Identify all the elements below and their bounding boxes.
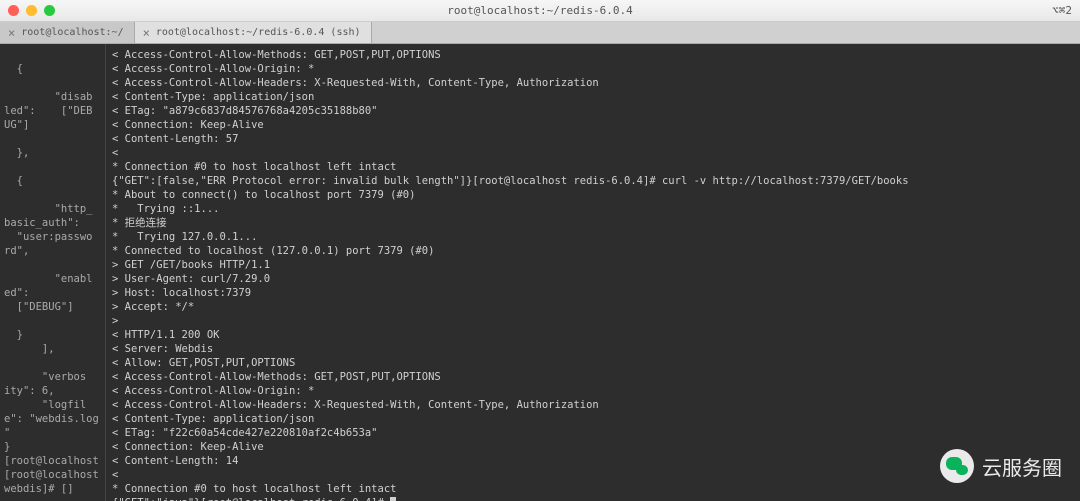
minimize-window-button[interactable] — [26, 5, 37, 16]
terminal-line: ["DEBUG"] — [4, 300, 101, 314]
terminal-line: < HTTP/1.1 200 OK — [112, 328, 1074, 342]
maximize-window-button[interactable] — [44, 5, 55, 16]
terminal-line: * About to connect() to localhost port 7… — [112, 188, 1074, 202]
tab-terminal-2[interactable]: × root@localhost:~/redis-6.0.4 (ssh) — [135, 22, 372, 43]
terminal-line: < Access-Control-Allow-Origin: * — [112, 62, 1074, 76]
terminal-line: [root@localhost — [4, 454, 101, 468]
terminal-line: { — [4, 62, 101, 76]
terminal-line: "verbos — [4, 370, 101, 384]
terminal-line — [4, 188, 101, 202]
tab-label: root@localhost:~/ — [21, 27, 123, 38]
terminal-line: [root@localhost — [4, 468, 101, 482]
terminal-line: < Access-Control-Allow-Headers: X-Reques… — [112, 76, 1074, 90]
terminal-line: "disab — [4, 90, 101, 104]
terminal-line — [4, 132, 101, 146]
terminal-line: < Allow: GET,POST,PUT,OPTIONS — [112, 356, 1074, 370]
cursor — [390, 497, 396, 501]
terminal-line: } — [4, 440, 101, 454]
close-icon[interactable]: × — [143, 26, 150, 40]
content-area: { "disabled": ["DEBUG"] }, { "http_basic… — [0, 44, 1080, 501]
terminal-line: {"GET":"java"}[root@localhost redis-6.0.… — [112, 496, 1074, 501]
terminal-line — [4, 48, 101, 62]
terminal-line: "enabl — [4, 272, 101, 286]
terminal-line — [4, 258, 101, 272]
terminal-line: < Access-Control-Allow-Headers: X-Reques… — [112, 398, 1074, 412]
terminal-pane-right[interactable]: < Access-Control-Allow-Methods: GET,POST… — [105, 44, 1080, 501]
tab-label: root@localhost:~/redis-6.0.4 (ssh) — [156, 27, 361, 38]
terminal-line: < Content-Length: 14 — [112, 454, 1074, 468]
terminal-line: webdis]# [] — [4, 482, 101, 496]
terminal-line: basic_auth": — [4, 216, 101, 230]
titlebar: root@localhost:~/redis-6.0.4 ⌥⌘2 — [0, 0, 1080, 22]
terminal-line: " — [4, 426, 101, 440]
terminal-line: "logfil — [4, 398, 101, 412]
terminal-line: * Connection #0 to host localhost left i… — [112, 482, 1074, 496]
terminal-line: led": ["DEB — [4, 104, 101, 118]
terminal-line: ], — [4, 342, 101, 356]
terminal-line: rd", — [4, 244, 101, 258]
terminal-pane-left[interactable]: { "disabled": ["DEBUG"] }, { "http_basic… — [0, 44, 105, 501]
terminal-line: "http_ — [4, 202, 101, 216]
terminal-line: < Content-Type: application/json — [112, 90, 1074, 104]
terminal-line: < ETag: "f22c60a54cde427e220810af2c4b653… — [112, 426, 1074, 440]
terminal-line: > GET /GET/books HTTP/1.1 — [112, 258, 1074, 272]
terminal-line: ed": — [4, 286, 101, 300]
terminal-line: {"GET":[false,"ERR Protocol error: inval… — [112, 174, 1074, 188]
terminal-line: * Trying 127.0.0.1... — [112, 230, 1074, 244]
terminal-line — [4, 314, 101, 328]
terminal-line: > Accept: */* — [112, 300, 1074, 314]
terminal-line: * 拒绝连接 — [112, 216, 1074, 230]
terminal-line: > Host: localhost:7379 — [112, 286, 1074, 300]
terminal-line: < Content-Length: 57 — [112, 132, 1074, 146]
terminal-line: * Connected to localhost (127.0.0.1) por… — [112, 244, 1074, 258]
terminal-line: "user:passwo — [4, 230, 101, 244]
window-title: root@localhost:~/redis-6.0.4 — [447, 4, 632, 17]
terminal-line: UG"] — [4, 118, 101, 132]
terminal-line: > User-Agent: curl/7.29.0 — [112, 272, 1074, 286]
terminal-line: * Connection #0 to host localhost left i… — [112, 160, 1074, 174]
terminal-line: } — [4, 328, 101, 342]
terminal-line: ity": 6, — [4, 384, 101, 398]
traffic-lights — [8, 5, 55, 16]
close-icon[interactable]: × — [8, 26, 15, 40]
terminal-line: < — [112, 468, 1074, 482]
terminal-line — [4, 76, 101, 90]
close-window-button[interactable] — [8, 5, 19, 16]
terminal-line: < Access-Control-Allow-Methods: GET,POST… — [112, 48, 1074, 62]
terminal-line: < — [112, 146, 1074, 160]
terminal-line: { — [4, 174, 101, 188]
terminal-line: < Content-Type: application/json — [112, 412, 1074, 426]
terminal-line: < Access-Control-Allow-Origin: * — [112, 384, 1074, 398]
keyboard-shortcut-hint: ⌥⌘2 — [1052, 4, 1072, 17]
terminal-line: < Connection: Keep-Alive — [112, 440, 1074, 454]
terminal-line: * Trying ::1... — [112, 202, 1074, 216]
tabbar: × root@localhost:~/ × root@localhost:~/r… — [0, 22, 1080, 44]
terminal-line: }, — [4, 146, 101, 160]
terminal-line — [4, 160, 101, 174]
terminal-line: < Server: Webdis — [112, 342, 1074, 356]
terminal-line: < ETag: "a879c6837d84576768a4205c35188b8… — [112, 104, 1074, 118]
terminal-line — [4, 356, 101, 370]
terminal-line: e": "webdis.log — [4, 412, 101, 426]
terminal-line: < Connection: Keep-Alive — [112, 118, 1074, 132]
terminal-line: > — [112, 314, 1074, 328]
terminal-line: < Access-Control-Allow-Methods: GET,POST… — [112, 370, 1074, 384]
tab-terminal-1[interactable]: × root@localhost:~/ — [0, 22, 135, 43]
